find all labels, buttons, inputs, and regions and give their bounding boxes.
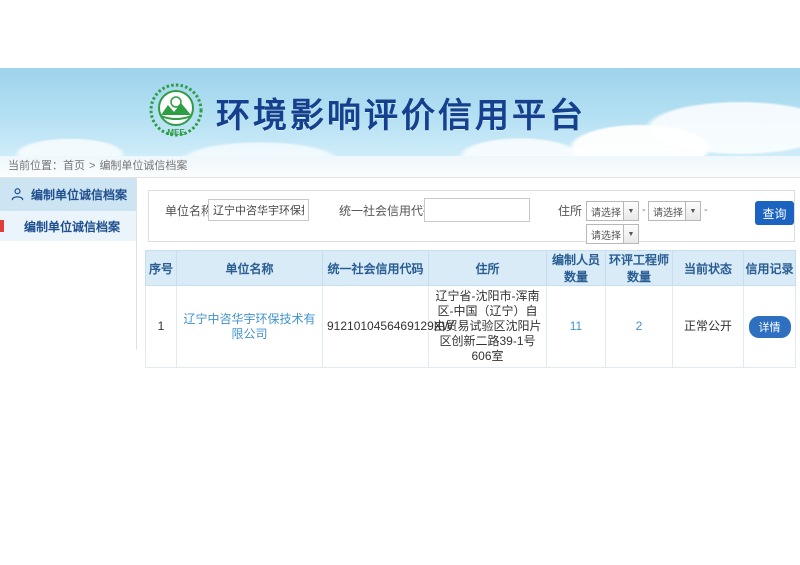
breadcrumb: 当前位置：首页 > 编制单位诚信档案 [0, 156, 800, 177]
breadcrumb-current: 编制单位诚信档案 [99, 160, 187, 172]
breadcrumb-prefix: 当前位置： [8, 160, 63, 172]
sidebar-section-label: 编制单位诚信档案 [31, 186, 127, 203]
address-city-select[interactable]: 请选择 ▼ [648, 201, 701, 221]
breadcrumb-separator: > [89, 160, 95, 172]
header-engineer-count: 环评工程师数量 [606, 251, 673, 286]
credit-code-input[interactable] [424, 198, 530, 222]
query-button[interactable]: 查询 [755, 201, 794, 225]
chevron-down-icon: ▼ [623, 225, 638, 243]
cell-status: 正常公开 [673, 286, 744, 368]
header-credit-record: 信用记录 [744, 251, 796, 286]
city-select-value: 请选择 [649, 204, 685, 219]
header-unit-name: 单位名称 [177, 251, 323, 286]
address-district-select[interactable]: 请选择 ▼ [586, 224, 639, 244]
cell-address: 辽宁省-沈阳市-浑南区-中国（辽宁）自由贸易试验区沈阳片区创新二路39-1号60… [429, 286, 547, 368]
unit-name-input[interactable] [208, 199, 309, 221]
site-title: 环境影响评价信用平台 [216, 88, 586, 137]
district-select-value: 请选择 [587, 227, 623, 242]
sidebar: 编制单位诚信档案 编制单位诚信档案 [0, 178, 137, 350]
page: MEE 环境影响评价信用平台 当前位置：首页 > 编制单位诚信档案 编制单位诚信档案… [0, 0, 800, 565]
chevron-down-icon: ▼ [623, 202, 638, 220]
header-status: 当前状态 [673, 251, 744, 286]
cell-credit-code: 9121010456469129XW [323, 286, 429, 368]
sidebar-section-archive[interactable]: 编制单位诚信档案 [0, 178, 136, 211]
engineer-count-link[interactable]: 2 [636, 319, 643, 333]
mee-logo: MEE [148, 82, 204, 142]
staff-count-link[interactable]: 11 [570, 319, 582, 333]
sidebar-item-archive[interactable]: 编制单位诚信档案 [0, 211, 136, 241]
table-row: 1 辽宁中咨华宇环保技术有限公司 9121010456469129XW 辽宁省-… [146, 286, 796, 368]
search-panel: 单位名称 ： 统一社会信用代码 ： 住所 ： 请选择 ▼ - 请选择 ▼ - 请… [148, 190, 795, 242]
active-item-marker [0, 220, 4, 232]
breadcrumb-home-link[interactable]: 首页 [63, 160, 85, 172]
site-header: MEE 环境影响评价信用平台 [0, 68, 800, 156]
province-select-value: 请选择 [587, 204, 623, 219]
chevron-down-icon: ▼ [685, 202, 700, 220]
company-name-link[interactable]: 辽宁中咨华宇环保技术有限公司 [183, 312, 315, 341]
header-credit-code: 统一社会信用代码 [323, 251, 429, 286]
logo-text: MEE [167, 128, 185, 137]
header-index: 序号 [146, 251, 177, 286]
person-icon [10, 187, 25, 202]
detail-button[interactable]: 详情 [749, 316, 791, 338]
header-address: 住所 [429, 251, 547, 286]
address-province-select[interactable]: 请选择 ▼ [586, 201, 639, 221]
address-separator-2: - [704, 204, 708, 216]
address-separator: - [642, 204, 646, 216]
sidebar-item-label: 编制单位诚信档案 [24, 218, 120, 235]
header-staff-count: 编制人员数量 [547, 251, 606, 286]
cell-index: 1 [146, 286, 177, 368]
results-table: 序号 单位名称 统一社会信用代码 住所 编制人员数量 环评工程师数量 当前状态 … [145, 250, 796, 368]
table-header-row: 序号 单位名称 统一社会信用代码 住所 编制人员数量 环评工程师数量 当前状态 … [146, 251, 796, 286]
